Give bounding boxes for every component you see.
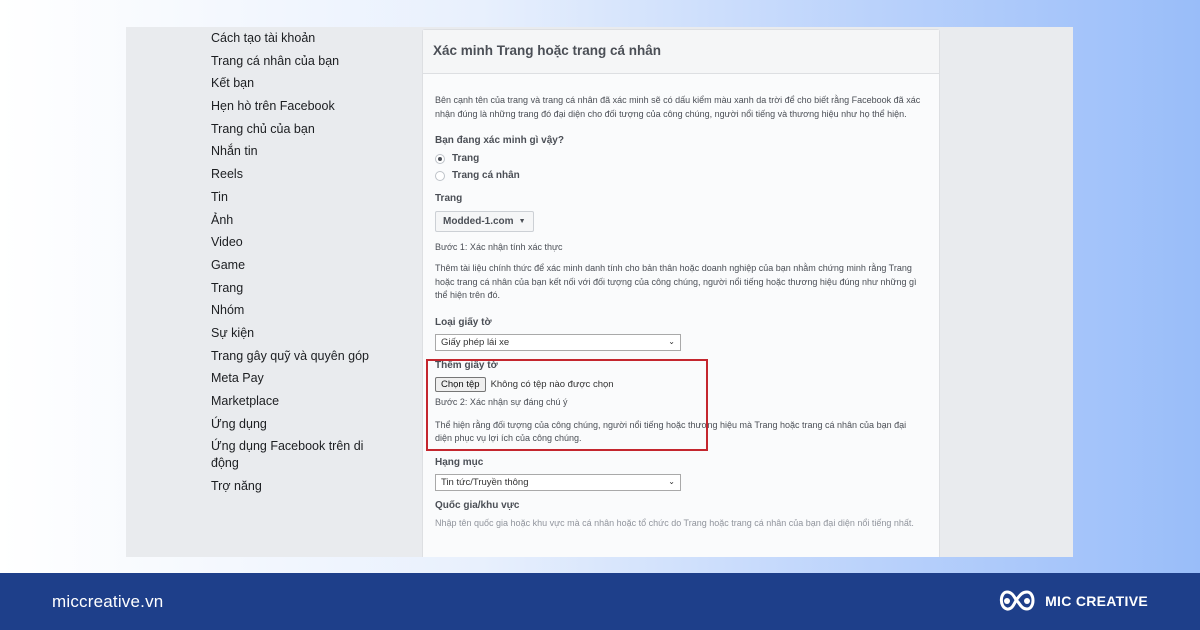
chevron-down-icon: ⌄ xyxy=(668,336,675,346)
doc-type-label: Loại giấy tờ xyxy=(435,316,492,328)
sidebar-item[interactable]: Kết bạn xyxy=(211,75,381,92)
page-label: Trang xyxy=(435,193,463,204)
panel-title: Xác minh Trang hoặc trang cá nhân xyxy=(433,43,662,58)
chevron-down-icon: ⌄ xyxy=(668,476,675,486)
help-sidebar: Cách tạo tài khoản Trang cá nhân của bạn… xyxy=(211,27,381,501)
brand-name: MIC CREATIVE xyxy=(1045,593,1148,609)
website-url[interactable]: miccreative.vn xyxy=(52,592,163,612)
caret-down-icon: ▼ xyxy=(518,218,526,225)
radio-label: Trang cá nhân xyxy=(452,170,520,181)
radio-button-checked[interactable] xyxy=(435,153,445,164)
screenshot-frame: Cách tạo tài khoản Trang cá nhân của bạn… xyxy=(126,27,1073,557)
sidebar-item[interactable]: Hẹn hò trên Facebook xyxy=(211,98,381,115)
page-dropdown-value: Modded-1.com xyxy=(443,216,514,227)
sidebar-item[interactable]: Tin xyxy=(211,189,381,206)
question-label: Bạn đang xác minh gì vậy? xyxy=(435,135,564,146)
highlight-box xyxy=(426,359,708,451)
sidebar-item[interactable]: Reels xyxy=(211,166,381,183)
page-dropdown[interactable]: Modded-1.com ▼ xyxy=(435,211,534,232)
radio-button[interactable] xyxy=(435,170,445,181)
sidebar-item[interactable]: Ứng dụng Facebook trên di động xyxy=(211,438,381,472)
step1-label: Bước 1: Xác nhận tính xác thực xyxy=(435,242,563,252)
sidebar-item[interactable]: Video xyxy=(211,234,381,251)
sidebar-item[interactable]: Nhắn tin xyxy=(211,143,381,160)
radio-label: Trang xyxy=(452,153,480,164)
mic-logo-icon xyxy=(999,590,1035,611)
doc-type-value: Giấy phép lái xe xyxy=(441,336,510,348)
sidebar-item[interactable]: Meta Pay xyxy=(211,370,381,387)
brand-logo-group: MIC CREATIVE xyxy=(997,587,1148,615)
sidebar-item[interactable]: Nhóm xyxy=(211,302,381,319)
panel-header: Xác minh Trang hoặc trang cá nhân xyxy=(423,30,939,74)
sidebar-item[interactable]: Marketplace xyxy=(211,393,381,410)
sidebar-item[interactable]: Ứng dụng xyxy=(211,416,381,433)
country-label: Quốc gia/khu vực xyxy=(435,499,520,511)
footer-bar: miccreative.vn MIC CREATIVE xyxy=(0,573,1200,630)
sidebar-item[interactable]: Trang cá nhân của bạn xyxy=(211,53,381,70)
category-label: Hạng mục xyxy=(435,456,484,468)
verification-panel: Xác minh Trang hoặc trang cá nhân Bên cạ… xyxy=(422,29,940,557)
category-value: Tin tức/Truyền thông xyxy=(441,476,529,488)
radio-option-profile[interactable]: Trang cá nhân xyxy=(435,170,925,181)
step1-description: Thêm tài liệu chính thức để xác minh dan… xyxy=(435,263,917,300)
doc-type-select[interactable]: Giấy phép lái xe ⌄ xyxy=(435,333,681,351)
sidebar-item[interactable]: Game xyxy=(211,257,381,274)
sidebar-item[interactable]: Trang gây quỹ và quyên góp xyxy=(211,348,381,365)
sidebar-item[interactable]: Trợ năng xyxy=(211,478,381,495)
category-select[interactable]: Tin tức/Truyền thông ⌄ xyxy=(435,473,681,491)
sidebar-item[interactable]: Trang xyxy=(211,280,381,297)
sidebar-item[interactable]: Cách tạo tài khoản xyxy=(211,30,381,47)
sidebar-item[interactable]: Trang chủ của bạn xyxy=(211,121,381,138)
sidebar-item[interactable]: Sự kiện xyxy=(211,325,381,342)
sidebar-item[interactable]: Ảnh xyxy=(211,212,381,229)
country-description: Nhập tên quốc gia hoặc khu vực mà cá nhâ… xyxy=(435,517,914,528)
verification-description: Bên cạnh tên của trang và trang cá nhân … xyxy=(435,95,921,119)
panel-body: Bên cạnh tên của trang và trang cá nhân … xyxy=(423,74,939,557)
radio-option-page[interactable]: Trang xyxy=(435,153,925,164)
